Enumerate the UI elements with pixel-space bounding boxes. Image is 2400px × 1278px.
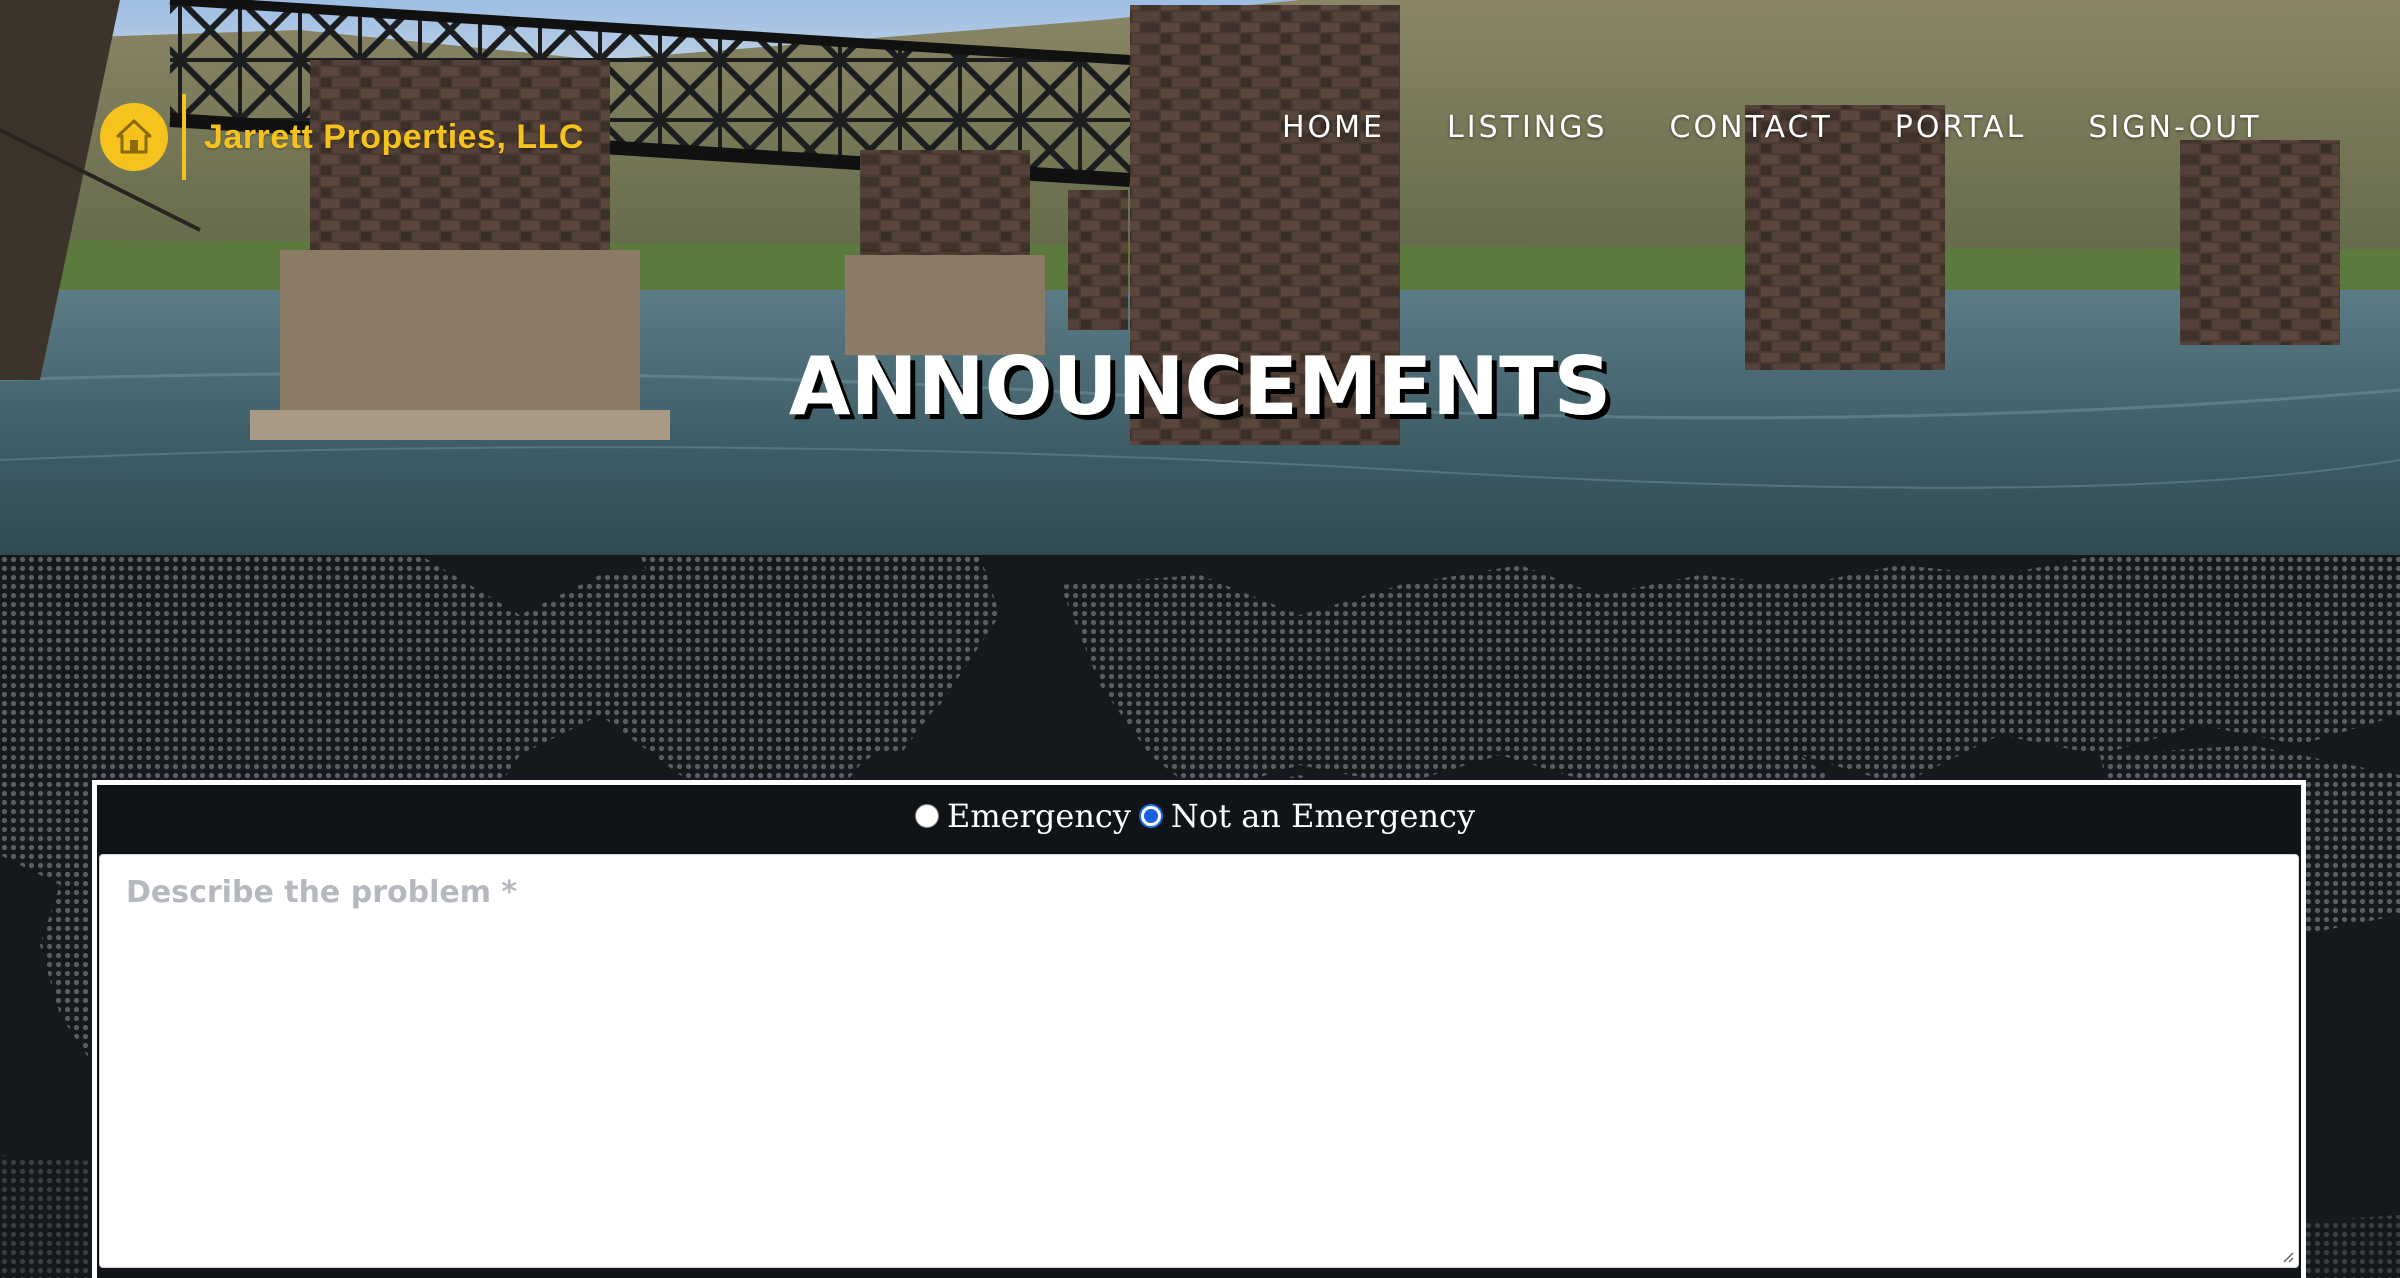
emergency-radio-group: Emergency Not an Emergency (97, 785, 2301, 847)
resize-handle-icon[interactable] (2278, 1247, 2294, 1263)
logo-divider (182, 94, 186, 180)
hero-banner: Jarrett Properties, LLC HOME LISTINGS CO… (0, 0, 2400, 555)
nav-home[interactable]: HOME (1282, 110, 1385, 145)
problem-description-input[interactable] (100, 855, 2298, 1267)
main-nav: HOME LISTINGS CONTACT PORTAL SIGN-OUT (1282, 110, 2262, 145)
house-icon (100, 103, 168, 171)
not-emergency-radio[interactable] (1138, 804, 1163, 828)
brand-logo[interactable]: Jarrett Properties, LLC (100, 94, 584, 180)
problem-textarea-container (99, 854, 2299, 1268)
emergency-label[interactable]: Emergency (947, 797, 1131, 835)
nav-contact[interactable]: CONTACT (1670, 110, 1833, 145)
emergency-radio[interactable] (914, 804, 939, 828)
page-title: ANNOUNCEMENTS (788, 340, 1612, 433)
nav-listings[interactable]: LISTINGS (1447, 110, 1608, 145)
nav-portal[interactable]: PORTAL (1895, 110, 2027, 145)
nav-sign-out[interactable]: SIGN-OUT (2088, 110, 2261, 145)
brand-name: Jarrett Properties, LLC (204, 117, 584, 156)
maintenance-request-form: Emergency Not an Emergency (92, 780, 2306, 1278)
not-emergency-label[interactable]: Not an Emergency (1171, 797, 1475, 835)
hero-background-image (0, 0, 2400, 555)
